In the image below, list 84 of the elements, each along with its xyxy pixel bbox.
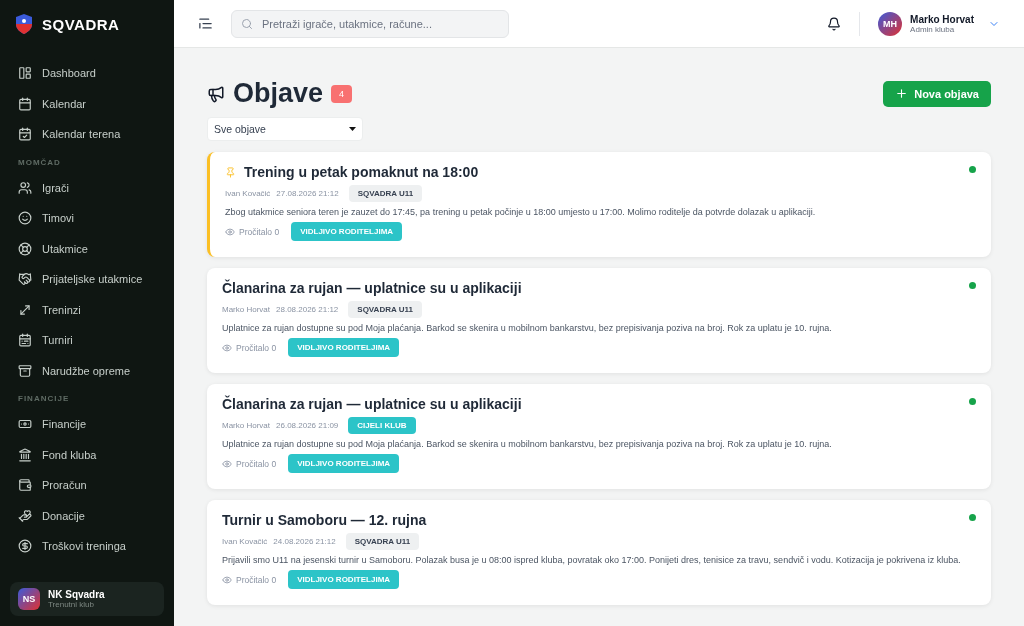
eye-icon bbox=[222, 458, 232, 469]
post-author: Ivan Kovačić bbox=[225, 189, 271, 198]
eye-icon bbox=[222, 342, 232, 353]
club-card[interactable]: NS NK Sqvadra Trenutni klub bbox=[10, 582, 164, 616]
visibility-tag: VIDLJIVO RODITELJIMA bbox=[291, 222, 403, 241]
pin-icon bbox=[225, 166, 236, 178]
count-badge: 4 bbox=[331, 84, 353, 103]
calendar-check-icon bbox=[18, 127, 32, 142]
search-field[interactable]: Pretraži igrače, utakmice, račune... bbox=[231, 9, 509, 38]
post-author: Ivan Kovačić bbox=[222, 537, 268, 546]
read-count: Pročitalo 0 bbox=[222, 342, 277, 353]
menu-icon[interactable] bbox=[198, 16, 213, 31]
section-title: MOMČAD bbox=[17, 156, 62, 169]
post-date: 26.08.2026 21:09 bbox=[276, 421, 339, 430]
post-body: Uplatnice za rujan dostupne su pod Moja plaćanja. Barkod se skenira u mobilnom bankarstvu, bez prepisivanja poziva na broj. Rok za uplatu je 10. rujna. bbox=[222, 439, 833, 449]
post-date: 28.08.2026 21:12 bbox=[276, 305, 339, 314]
club-avatar: NS bbox=[18, 588, 40, 610]
sidebar-item[interactable]: Timovi bbox=[0, 203, 174, 234]
club-subtitle: Trenutni klub bbox=[48, 600, 95, 609]
caret-icon bbox=[349, 127, 356, 131]
brand-name: SQVADRA bbox=[42, 15, 120, 33]
face-icon bbox=[18, 211, 32, 226]
hand-heart-icon bbox=[18, 508, 32, 523]
sidebar-item[interactable]: Kalendar terena bbox=[0, 119, 174, 150]
sidebar-item[interactable]: Donacije bbox=[0, 500, 174, 531]
ring-icon bbox=[18, 241, 32, 256]
audience-tag: SQVADRA U11 bbox=[348, 185, 423, 202]
post-body: Uplatnice za rujan dostupne su pod Moja plaćanja. Barkod se skenira u mobilnom bankarstvu, bez prepisivanja poziva na broj. Rok za uplatu je 10. rujna. bbox=[222, 323, 833, 333]
calendar-icon bbox=[18, 333, 32, 348]
post-body: Zbog utakmice seniora teren je zauzet do 17:45, pa trening u petak počinje u 18:00 umjesto u 17:00. Molimo roditelje da potvrde dolazak u aplikaciji. bbox=[225, 207, 817, 217]
section-title: FINANCIJE bbox=[17, 393, 71, 405]
post-author: Marko Horvat bbox=[222, 305, 270, 314]
visibility-tag: VIDLJIVO RODITELJIMA bbox=[288, 454, 400, 473]
sidebar-item[interactable]: Dashboard bbox=[0, 58, 174, 89]
page-title: Objave bbox=[233, 78, 324, 109]
read-count: Pročitalo 0 bbox=[222, 574, 277, 585]
post-title: Turnir u Samoboru — 12. rujna bbox=[222, 512, 427, 528]
visibility-tag: VIDLJIVO RODITELJIMA bbox=[288, 570, 400, 589]
sidebar-item[interactable]: Troškovi treninga bbox=[0, 531, 174, 562]
user-menu[interactable]: MH Marko Horvat Admin kluba bbox=[878, 11, 1000, 36]
search-icon bbox=[241, 17, 253, 30]
read-count: Pročitalo 0 bbox=[225, 226, 280, 237]
sidebar-item[interactable]: Prijateljske utakmice bbox=[0, 264, 174, 295]
megaphone-icon bbox=[207, 84, 225, 103]
bank-icon bbox=[18, 447, 32, 462]
post-title: Članarina za rujan — uplatnice su u aplikaciji bbox=[222, 396, 522, 412]
notification-bell-icon[interactable] bbox=[827, 16, 842, 31]
box-icon bbox=[18, 363, 32, 378]
handshake-icon bbox=[18, 272, 32, 287]
audience-tag: SQVADRA U11 bbox=[348, 301, 422, 318]
post-date: 27.08.2026 21:12 bbox=[276, 189, 339, 198]
sidebar-item[interactable]: Kalendar bbox=[0, 88, 174, 119]
post-author: Marko Horvat bbox=[222, 421, 270, 430]
wallet-icon bbox=[18, 478, 32, 493]
audience-tag: SQVADRA U11 bbox=[345, 533, 420, 550]
eye-icon bbox=[225, 226, 235, 237]
user-avatar: MH bbox=[878, 11, 903, 36]
sidebar-item[interactable]: Fond kluba bbox=[0, 439, 174, 470]
plus-icon bbox=[895, 87, 909, 100]
sidebar-item[interactable]: Utakmice bbox=[0, 233, 174, 264]
arrows-icon bbox=[18, 302, 32, 317]
post-title: Trening u petak pomaknut na 18:00 bbox=[244, 164, 479, 180]
user-role: Admin kluba bbox=[910, 24, 956, 34]
visibility-tag: VIDLJIVO RODITELJIMA bbox=[288, 338, 400, 357]
dollar-icon bbox=[18, 539, 32, 554]
shield-logo-icon bbox=[16, 14, 32, 34]
audience-tag: CIJELI KLUB bbox=[348, 417, 416, 434]
post-date: 24.08.2026 21:12 bbox=[273, 537, 336, 546]
sidebar-item[interactable]: Proračun bbox=[0, 470, 174, 501]
sidebar-item[interactable]: Narudžbe opreme bbox=[0, 355, 174, 386]
sidebar-item[interactable]: Treninzi bbox=[0, 294, 174, 325]
club-name: NK Sqvadra bbox=[48, 589, 105, 600]
sidebar-item[interactable]: Turniri bbox=[0, 325, 174, 356]
post-body: Prijavili smo U11 na jesenski turnir u Samoboru. Polazak busa je u 08:00 ispred kluba, povratak oko 17:00. Ponijeti dres, tenisice za travu, sendvič i vodu. Kotizacija je pokrivena iz kluba. bbox=[222, 555, 962, 565]
users-icon bbox=[18, 180, 32, 195]
eye-icon bbox=[222, 574, 232, 585]
sidebar-item[interactable]: Igrači bbox=[0, 172, 174, 203]
dashboard-icon bbox=[18, 66, 32, 81]
calendar-icon bbox=[18, 96, 32, 111]
read-count: Pročitalo 0 bbox=[222, 458, 277, 469]
user-name: Marko Horvat bbox=[910, 13, 974, 25]
post-title: Članarina za rujan — uplatnice su u aplikaciji bbox=[222, 280, 522, 296]
sidebar-item[interactable]: Financije bbox=[0, 409, 174, 440]
filter-dropdown[interactable]: Sve objave bbox=[207, 117, 363, 141]
